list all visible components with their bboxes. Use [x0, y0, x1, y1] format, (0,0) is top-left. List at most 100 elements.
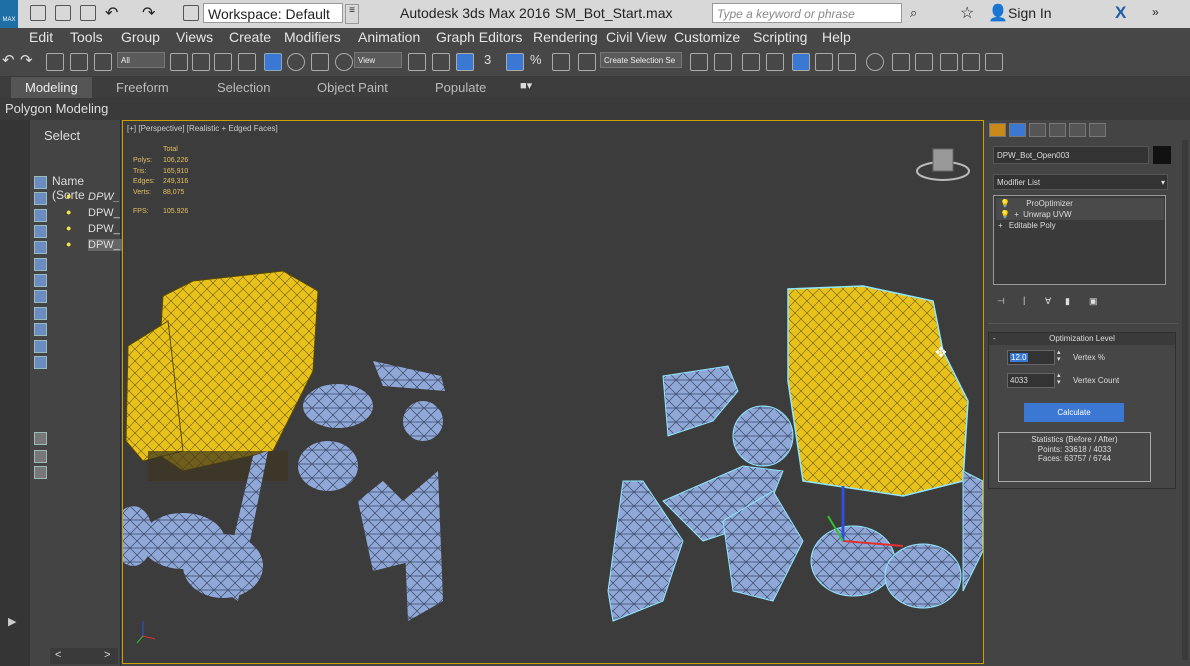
motion-tab-icon[interactable] — [1049, 123, 1066, 137]
menu-rendering[interactable]: Rendering — [533, 29, 598, 45]
modify-tab-icon[interactable] — [1009, 123, 1026, 137]
workspace-dropdown[interactable]: Workspace: Default — [203, 3, 343, 23]
hierarchy-tab-icon[interactable] — [1029, 123, 1046, 137]
vertex-percent-value[interactable]: 12.0 — [1010, 353, 1028, 362]
scale-icon[interactable] — [311, 53, 329, 71]
utilities-tab-icon[interactable] — [1089, 123, 1106, 137]
stack-item-editable-poly[interactable]: + Editable Poly — [996, 220, 1164, 231]
layer-explorer-icon[interactable] — [766, 53, 784, 71]
mirror-icon[interactable] — [690, 53, 708, 71]
sign-in-link[interactable]: Sign In — [1008, 5, 1052, 21]
light-bulb-icon[interactable]: ● — [66, 223, 71, 233]
display-frozen-icon[interactable] — [34, 356, 47, 369]
menu-edit[interactable]: Edit — [29, 29, 53, 45]
polygon-modeling-panel[interactable]: Polygon Modeling — [0, 98, 1190, 120]
vertex-percent-spinner[interactable]: 12.0 — [1007, 350, 1055, 365]
edit-named-selection-icon[interactable] — [578, 53, 596, 71]
menu-customize[interactable]: Customize — [674, 29, 740, 45]
redo-icon[interactable]: ↷ — [142, 3, 155, 23]
project-folder-icon[interactable] — [183, 5, 199, 21]
tab-freeform[interactable]: Freeform — [116, 80, 169, 95]
snap-toggle[interactable]: 3 — [484, 52, 491, 67]
light-bulb-icon[interactable]: ● — [66, 191, 71, 201]
rotate-icon[interactable] — [287, 53, 305, 71]
left-robot-model[interactable] — [123, 270, 445, 621]
configure-modifier-sets-icon[interactable]: ▣ — [1089, 296, 1098, 307]
workspace-menu-icon[interactable]: ≡ — [345, 4, 359, 24]
chevron-down-icon[interactable]: ▾ — [1161, 175, 1165, 191]
vertex-count-spinner[interactable]: 4033 — [1007, 373, 1055, 388]
right-robot-model[interactable] — [607, 285, 983, 622]
show-end-result-icon[interactable]: | — [1023, 295, 1025, 305]
display-none-icon[interactable] — [34, 176, 47, 189]
select-manipulate-icon[interactable] — [432, 53, 450, 71]
align-icon[interactable] — [714, 53, 732, 71]
material-editor-icon[interactable] — [866, 53, 884, 71]
view-cube-icon[interactable] — [916, 148, 970, 181]
vertex-count-value[interactable]: 4033 — [1010, 376, 1028, 385]
selection-filter-dropdown[interactable]: All — [117, 52, 165, 68]
display-bones-icon[interactable] — [34, 323, 47, 336]
app-logo[interactable]: MAX — [0, 0, 18, 28]
expand-icon[interactable]: » — [1152, 5, 1159, 19]
window-crossing-icon[interactable] — [238, 53, 256, 71]
open-file-icon[interactable] — [55, 5, 71, 21]
stack-item-unwrap-uvw[interactable]: 💡 + Unwrap UVW — [996, 209, 1164, 220]
unlink-icon[interactable] — [70, 53, 88, 71]
rectangular-selection-icon[interactable] — [214, 53, 232, 71]
user-icon[interactable]: 👤 — [988, 3, 1008, 23]
scene-scroll-bar[interactable]: < > — [50, 648, 118, 664]
display-containers-icon[interactable] — [34, 340, 47, 353]
render-production-icon[interactable] — [940, 53, 958, 71]
create-selection-set-dropdown[interactable]: Create Selection Se — [600, 52, 682, 68]
render-setup-icon[interactable] — [892, 53, 910, 71]
make-unique-icon[interactable]: ∀ — [1045, 296, 1051, 307]
light-bulb-icon[interactable]: 💡 — [1000, 199, 1010, 208]
display-geometry-icon[interactable] — [34, 192, 47, 205]
expand-arrow-icon[interactable]: ▶ — [8, 615, 16, 628]
ribbon-options-icon[interactable]: ■▾ — [520, 79, 532, 92]
light-bulb-icon[interactable]: ● — [66, 207, 71, 217]
layer-icon[interactable] — [34, 450, 47, 463]
select-object-icon[interactable] — [170, 53, 188, 71]
display-cameras-icon[interactable] — [34, 241, 47, 254]
display-lights-icon[interactable] — [34, 225, 47, 238]
tab-selection[interactable]: Selection — [217, 80, 270, 95]
scroll-left-icon[interactable]: < — [55, 649, 61, 661]
a360-render-icon[interactable] — [985, 53, 1003, 71]
move-icon[interactable] — [264, 53, 282, 71]
new-file-icon[interactable] — [30, 5, 46, 21]
menu-create[interactable]: Create — [229, 29, 271, 45]
command-panel-scrollbar[interactable] — [1182, 140, 1188, 660]
calculate-button[interactable]: Calculate — [1024, 403, 1124, 422]
expand-plus-icon[interactable]: + — [1014, 210, 1019, 219]
curve-editor-icon[interactable] — [815, 53, 833, 71]
toggle-scene-explorer-icon[interactable] — [742, 53, 760, 71]
schematic-view-icon[interactable] — [838, 53, 856, 71]
pivot-center-icon[interactable] — [408, 53, 426, 71]
object-name-field[interactable]: DPW_Bot_Open003 — [993, 146, 1149, 164]
light-bulb-icon[interactable]: ● — [66, 239, 71, 249]
menu-modifiers[interactable]: Modifiers — [284, 29, 341, 45]
select-menu[interactable]: Select — [44, 128, 80, 143]
menu-tools[interactable]: Tools — [70, 29, 103, 45]
binoculars-icon[interactable]: ⌕ — [910, 5, 917, 21]
list-item[interactable]: DPW_ — [88, 207, 120, 219]
list-item[interactable]: DPW_ — [88, 191, 120, 203]
menu-group[interactable]: Group — [121, 29, 160, 45]
light-bulb-icon[interactable]: 💡 — [1000, 210, 1010, 219]
list-item[interactable]: DPW_ — [88, 223, 120, 235]
percent-snap-toggle[interactable]: % — [530, 52, 542, 67]
stack-item-prooptimizer[interactable]: 💡 ProOptimizer — [996, 198, 1164, 209]
menu-help[interactable]: Help — [822, 29, 851, 45]
display-xrefs-icon[interactable] — [34, 307, 47, 320]
display-shapes-icon[interactable] — [34, 209, 47, 222]
display-helpers-icon[interactable] — [34, 258, 47, 271]
render-iterative-icon[interactable] — [962, 53, 980, 71]
perspective-viewport[interactable]: [+] [Perspective] [Realistic + Edged Fac… — [122, 120, 984, 664]
menu-civil-view[interactable]: Civil View — [606, 29, 666, 45]
create-tab-icon[interactable] — [989, 123, 1006, 137]
undo-toolbar-icon[interactable]: ↶ — [2, 51, 15, 69]
select-by-name-icon[interactable] — [192, 53, 210, 71]
keyboard-shortcut-icon[interactable] — [456, 53, 474, 71]
